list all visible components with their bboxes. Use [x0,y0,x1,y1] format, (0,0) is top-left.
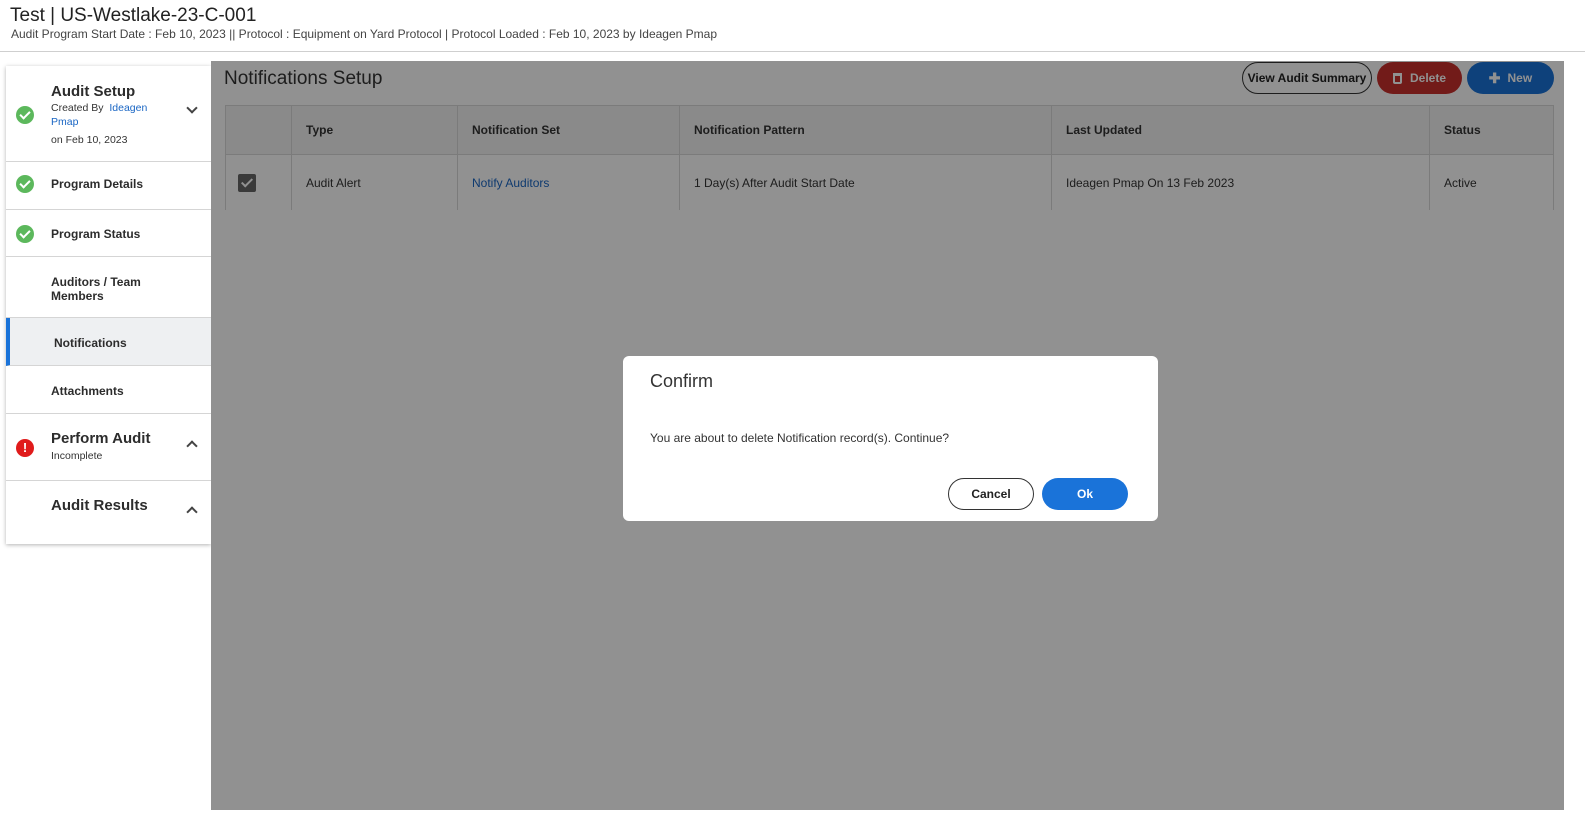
audit-setup-meta: Created By Ideagen Pmap on Feb 10, 2023 [51,101,161,147]
ok-button[interactable]: Ok [1042,478,1128,510]
page-title: Test | US-Westlake-23-C-001 [10,5,257,26]
sidebar: Audit Setup Created By Ideagen Pmap on F… [6,66,211,544]
check-circle-icon [16,175,34,193]
dialog-message: You are about to delete Notification rec… [650,431,950,445]
audit-setup-title: Audit Setup [51,83,136,100]
sidebar-section-perform-audit[interactable]: ! Perform Audit Incomplete [6,414,211,481]
sidebar-section-audit-setup[interactable]: Audit Setup Created By Ideagen Pmap on F… [6,66,211,162]
audit-results-title: Audit Results [51,497,148,514]
dialog-title: Confirm [650,371,714,391]
sidebar-item-label: Auditors / Team Members [51,275,141,303]
check-circle-icon [16,225,34,243]
check-circle-icon [16,106,34,124]
perform-audit-title: Perform Audit [51,430,151,447]
sidebar-item-label: Notifications [54,336,127,350]
chevron-up-icon[interactable] [186,440,198,452]
sidebar-item-notifications[interactable]: Notifications [6,318,211,366]
error-icon: ! [16,439,34,457]
sidebar-item-program-status[interactable]: Program Status [6,210,211,257]
confirm-dialog: Confirm You are about to delete Notifica… [623,356,1158,521]
cancel-button[interactable]: Cancel [948,478,1034,510]
page-subtitle: Audit Program Start Date : Feb 10, 2023 … [11,27,717,41]
sidebar-section-audit-results[interactable]: Audit Results [6,481,211,544]
sidebar-item-label: Program Details [51,177,144,191]
sidebar-item-label: Program Status [51,227,141,241]
page-header: Test | US-Westlake-23-C-001 Audit Progra… [0,0,1585,52]
sidebar-item-auditors[interactable]: Auditors / Team Members [6,257,211,318]
chevron-down-icon[interactable] [186,102,198,114]
created-on-date: on Feb 10, 2023 [51,134,128,146]
chevron-up-icon[interactable] [186,506,198,518]
sidebar-item-attachments[interactable]: Attachments [6,366,211,414]
sidebar-item-program-details[interactable]: Program Details [6,162,211,210]
perform-audit-status: Incomplete [51,450,103,462]
sidebar-item-label: Attachments [51,384,124,398]
created-by-label: Created By [51,102,104,114]
